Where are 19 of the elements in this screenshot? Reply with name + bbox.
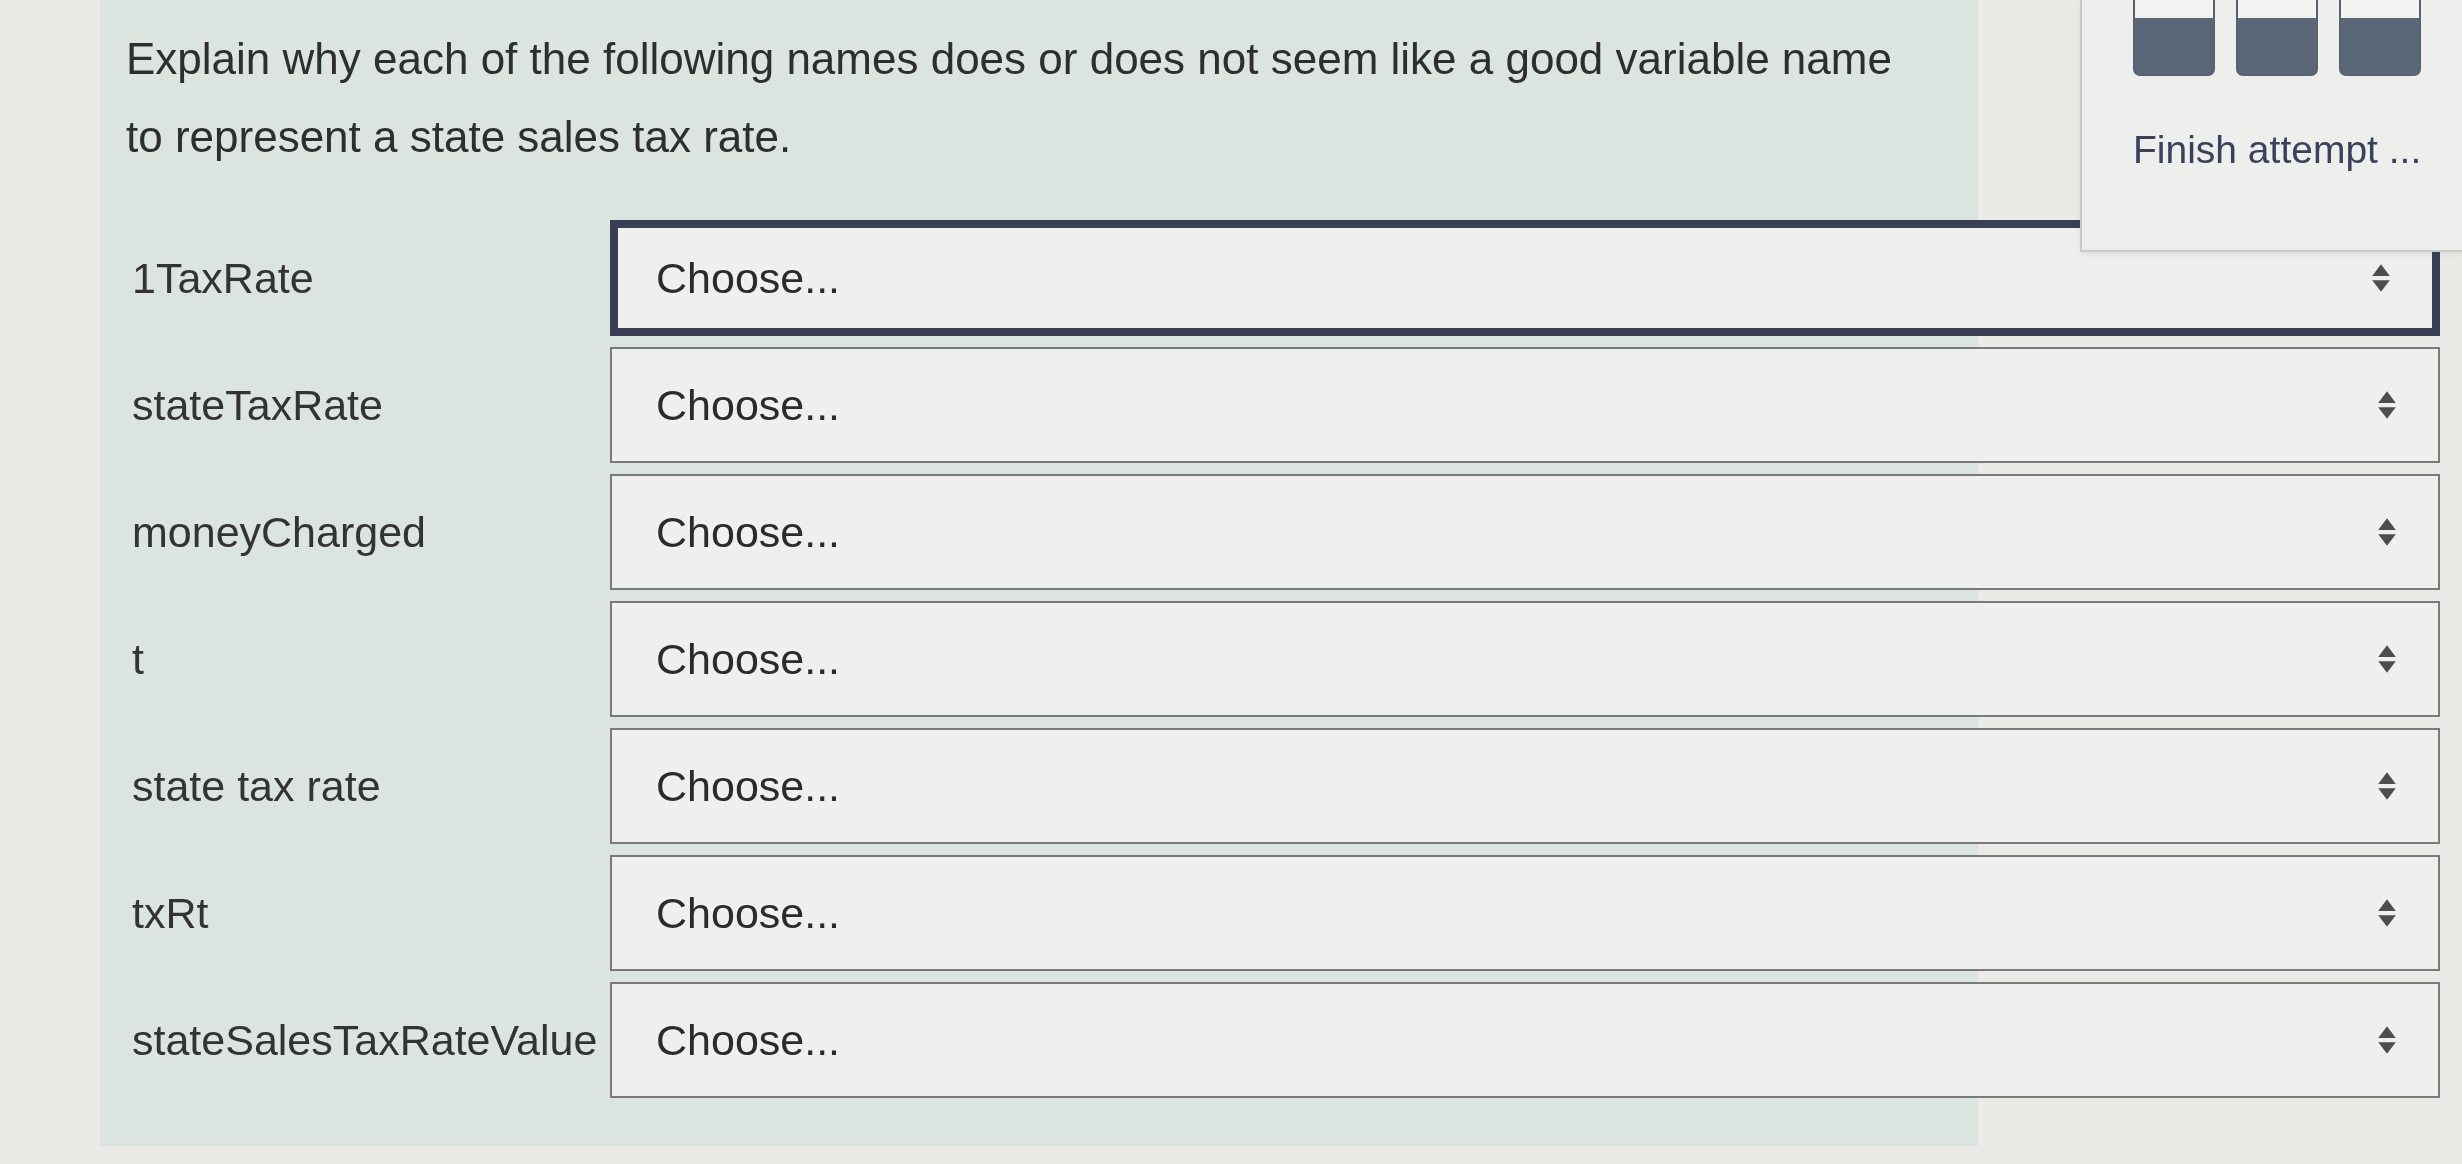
choose-dropdown[interactable]: Choose... [610, 855, 2440, 971]
choose-dropdown[interactable]: Choose... [610, 474, 2440, 590]
choose-dropdown[interactable]: Choose... [610, 728, 2440, 844]
question-tile[interactable] [2133, 0, 2215, 76]
choose-dropdown[interactable]: Choose... [610, 347, 2440, 463]
variable-name-label: txRt [131, 888, 209, 938]
variable-name-label: 1TaxRate [131, 253, 314, 303]
variable-name-label: stateSalesTaxRateValue [131, 1015, 598, 1065]
question-tile[interactable] [2236, 0, 2318, 76]
variable-name-label: stateTaxRate [131, 380, 383, 430]
choose-dropdown[interactable]: Choose... [610, 982, 2440, 1098]
variable-name-label: t [131, 634, 144, 684]
choose-dropdown[interactable]: Choose... [610, 601, 2440, 717]
question-tile[interactable] [2339, 0, 2421, 76]
finish-attempt-link[interactable]: Finish attempt ... [2133, 128, 2422, 172]
question-text: Explain why each of the following names does or does not seem like a good variable name to represent a state sales tax rate. [126, 33, 1893, 163]
variable-name-label: state tax rate [131, 761, 381, 811]
choose-dropdown[interactable]: Choose... [610, 220, 2440, 336]
variable-name-label: moneyCharged [131, 507, 426, 557]
